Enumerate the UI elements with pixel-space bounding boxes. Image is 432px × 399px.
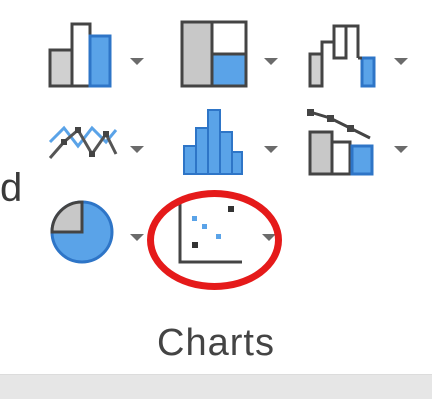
insert-statistic-chart-button[interactable] [178, 106, 288, 180]
chevron-down-icon[interactable] [264, 146, 278, 153]
insert-scatter-chart-button[interactable] [176, 196, 280, 270]
line-chart-icon [48, 125, 118, 159]
combo-chart-icon [307, 109, 374, 176]
insert-waterfall-chart-button[interactable] [306, 18, 416, 92]
truncated-label: d [0, 166, 23, 210]
chevron-down-icon[interactable] [394, 58, 408, 65]
chevron-down-icon[interactable] [394, 146, 408, 153]
insert-column-chart-button[interactable] [46, 18, 156, 92]
insert-hierarchy-chart-button[interactable] [178, 18, 288, 92]
group-label: Charts [157, 322, 275, 364]
chevron-down-icon[interactable] [130, 234, 144, 241]
chevron-down-icon[interactable] [264, 58, 278, 65]
scatter-chart-icon [178, 200, 242, 264]
column-chart-icon [48, 22, 112, 88]
waterfall-chart-icon [308, 24, 376, 88]
insert-pie-chart-button[interactable] [46, 196, 156, 270]
chevron-down-icon[interactable] [130, 146, 144, 153]
chevron-down-icon[interactable] [262, 234, 276, 241]
ribbon-bottom-edge [0, 374, 432, 399]
statistic-chart-icon [183, 109, 243, 175]
hierarchy-chart-icon [180, 20, 248, 88]
pie-chart-icon [50, 200, 114, 264]
insert-combo-chart-button[interactable] [306, 106, 416, 180]
insert-line-chart-button[interactable] [46, 106, 156, 180]
chevron-down-icon[interactable] [130, 58, 144, 65]
charts-ribbon-group: d Charts [0, 0, 432, 399]
